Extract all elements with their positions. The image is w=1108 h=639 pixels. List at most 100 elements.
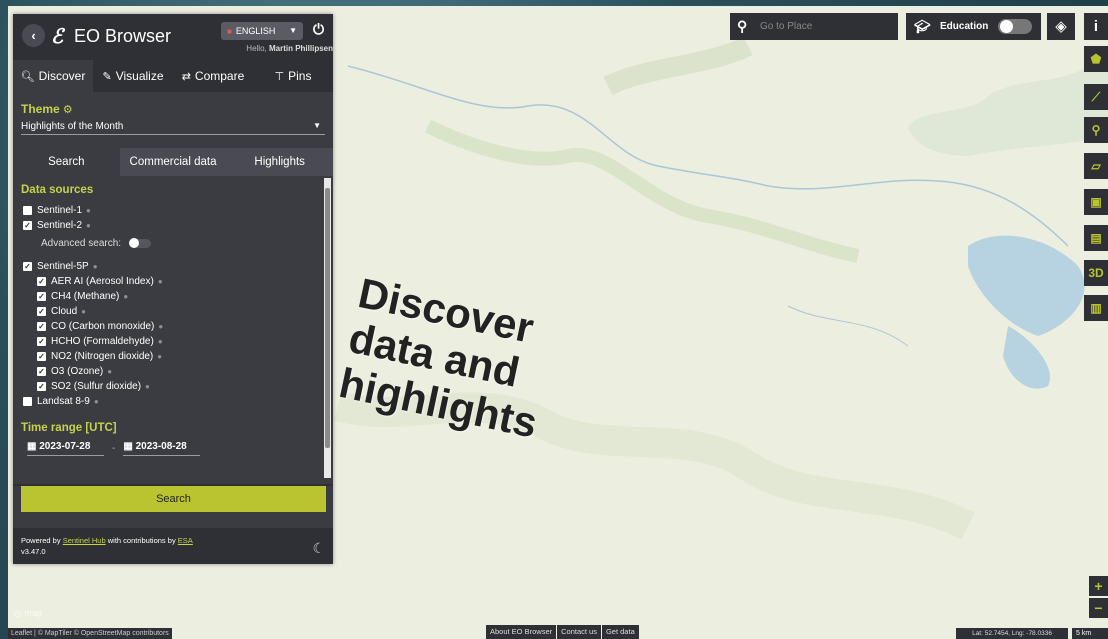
help-icon[interactable]: ● <box>94 397 99 406</box>
help-icon[interactable]: ● <box>86 206 91 215</box>
bottom-links: About EO Browser Contact us Get data <box>486 625 640 639</box>
get-data-link[interactable]: Get data <box>601 625 639 639</box>
education-toggle[interactable] <box>998 19 1032 34</box>
scrollbar-thumb[interactable] <box>325 188 330 448</box>
checkbox-checked[interactable]: ✓ <box>37 337 46 346</box>
sidebar-footer: Powered by Sentinel Hub with contributio… <box>21 536 325 557</box>
help-icon[interactable]: ● <box>107 367 112 376</box>
calendar-icon: ▦ <box>123 441 136 452</box>
go-to-place-input[interactable]: ⚲ Go to Place <box>730 13 898 40</box>
route-icon[interactable]: ⟋ <box>1084 84 1108 110</box>
checkbox-checked[interactable]: ✓ <box>37 277 46 286</box>
gear-icon[interactable]: ⚙ <box>63 104 73 116</box>
datasource-sentinel1[interactable]: Sentinel-1 ● <box>21 203 325 218</box>
advanced-search-toggle[interactable] <box>129 238 152 248</box>
tab-discover[interactable]: 🔍︎ Discover <box>13 60 93 92</box>
help-icon[interactable]: ● <box>81 307 86 316</box>
tab-visualize[interactable]: ✎ Visualize <box>93 60 173 92</box>
help-icon[interactable]: ● <box>86 221 91 230</box>
checkbox-checked[interactable]: ✓ <box>23 262 32 271</box>
tab-compare[interactable]: ⇄ Compare <box>173 60 253 92</box>
help-icon[interactable]: ● <box>145 382 150 391</box>
search-icon: 🔍︎ <box>20 71 35 83</box>
help-icon[interactable]: ● <box>93 262 98 271</box>
time-range-row: ▦ 2023-07-28 - ▦ 2023-08-28 <box>21 441 325 456</box>
theme-select[interactable]: Highlights of the Month ▼ <box>21 121 325 135</box>
date-to-field[interactable]: ▦ 2023-08-28 <box>123 441 201 456</box>
s5p-item[interactable]: ✓ SO2 (Sulfur dioxide) ● <box>21 379 325 394</box>
map-scale: 5 km <box>1072 628 1108 639</box>
sidebar-header: ‹ ℰ EO Browser ■ ENGLISH ▼ ⏻ Hello, Marti… <box>13 14 333 60</box>
coordinates-readout: Lat: 52.7454, Lng: -78.0336 <box>956 628 1068 639</box>
graduation-cap-icon: 🎓︎ <box>914 19 931 34</box>
advanced-search-row: Advanced search: <box>21 236 325 251</box>
s5p-item[interactable]: ✓ O3 (Ozone) ● <box>21 364 325 379</box>
dark-mode-moon-icon[interactable]: ☾ <box>312 540 325 557</box>
zoom-in-button[interactable]: + <box>1089 576 1108 596</box>
help-icon[interactable]: ● <box>158 337 163 346</box>
ruler-icon[interactable]: ▱ <box>1084 153 1108 179</box>
checkbox-checked[interactable]: ✓ <box>37 352 46 361</box>
date-separator: - <box>112 443 116 454</box>
date-from-field[interactable]: ▦ 2023-07-28 <box>27 441 104 456</box>
s5p-item[interactable]: ✓ Cloud ● <box>21 304 325 319</box>
about-link[interactable]: About EO Browser <box>486 625 557 639</box>
advanced-search-label: Advanced search: <box>41 238 122 249</box>
help-icon[interactable]: ● <box>123 292 128 301</box>
s5p-item[interactable]: ✓ NO2 (Nitrogen dioxide) ● <box>21 349 325 364</box>
datasource-sentinel2[interactable]: ✓ Sentinel-2 ● <box>21 218 325 233</box>
chart-icon[interactable]: ▥ <box>1084 295 1108 321</box>
contact-link[interactable]: Contact us <box>557 625 601 639</box>
calendar-icon: ▦ <box>27 441 40 452</box>
main-tabs: 🔍︎ Discover ✎ Visualize ⇄ Compare ⊤ Pins <box>13 60 333 92</box>
user-name: Martin Phillipsen <box>268 44 333 53</box>
film-icon[interactable]: ▤ <box>1084 225 1108 251</box>
help-icon[interactable]: ● <box>158 322 163 331</box>
pin-icon: ⊤ <box>274 71 285 83</box>
datasource-sentinel5p[interactable]: ✓ Sentinel-5P ● <box>21 259 325 274</box>
tab-pins[interactable]: ⊤ Pins <box>253 60 333 92</box>
collapse-sidebar-button[interactable]: ‹ <box>22 24 45 47</box>
time-range-title: Time range [UTC] <box>21 422 117 434</box>
panel-scrollbar[interactable] <box>324 178 331 478</box>
s5p-item[interactable]: ✓ CH4 (Methane) ● <box>21 289 325 304</box>
brush-icon: ✎ <box>102 71 112 83</box>
app-title: EO Browser <box>74 26 172 46</box>
layers-icon[interactable]: ◈ <box>1047 13 1075 40</box>
help-icon[interactable]: ● <box>158 277 163 286</box>
checkbox-checked[interactable]: ✓ <box>37 292 46 301</box>
map-attribution[interactable]: Leaflet | © MapTiler © OpenStreetMap con… <box>8 628 172 639</box>
esa-link[interactable]: ESA <box>178 536 193 545</box>
s5p-item[interactable]: ✓ AER AI (Aerosol Index) ● <box>21 274 325 289</box>
tab-commercial-data[interactable]: Commercial data <box>120 148 227 176</box>
user-greeting: Hello, Martin Phillipsen <box>246 44 333 53</box>
checkbox-checked[interactable]: ✓ <box>37 367 46 376</box>
checkbox-checked[interactable]: ✓ <box>37 382 46 391</box>
image-download-icon[interactable]: ▣ <box>1084 189 1108 215</box>
logout-power-icon[interactable]: ⏻ <box>313 21 324 38</box>
tab-highlights[interactable]: Highlights <box>226 148 333 176</box>
checkbox-unchecked[interactable] <box>23 206 32 215</box>
s5p-item[interactable]: ✓ HCHO (Formaldehyde) ● <box>21 334 325 349</box>
uk-flag-icon: ■ <box>227 27 232 36</box>
tab-search[interactable]: Search <box>13 148 120 176</box>
info-icon[interactable]: i <box>1084 13 1108 40</box>
help-icon[interactable]: ● <box>157 352 162 361</box>
polygon-icon[interactable]: ⬟ <box>1084 46 1108 72</box>
checkbox-checked[interactable]: ✓ <box>37 322 46 331</box>
education-mode: 🎓︎ Education <box>906 13 1041 40</box>
checkbox-unchecked[interactable] <box>23 397 32 406</box>
sidebar-panel: ‹ ℰ EO Browser ■ ENGLISH ▼ ⏻ Hello, Marti… <box>13 14 333 564</box>
maptiler-logo[interactable]: ◎ map <box>14 608 42 619</box>
datasource-landsat[interactable]: Landsat 8-9 ● <box>21 394 325 409</box>
search-button[interactable]: Search <box>21 486 326 512</box>
checkbox-checked[interactable]: ✓ <box>23 221 32 230</box>
map-pin-icon[interactable]: ⚲ <box>1084 117 1108 143</box>
3d-button[interactable]: 3D <box>1084 260 1108 286</box>
zoom-out-button[interactable]: − <box>1089 598 1108 618</box>
s5p-item[interactable]: ✓ CO (Carbon monoxide) ● <box>21 319 325 334</box>
chevron-down-icon: ▼ <box>313 121 321 130</box>
sentinel-hub-link[interactable]: Sentinel Hub <box>63 536 106 545</box>
checkbox-checked[interactable]: ✓ <box>37 307 46 316</box>
language-select[interactable]: ■ ENGLISH ▼ <box>221 22 303 40</box>
